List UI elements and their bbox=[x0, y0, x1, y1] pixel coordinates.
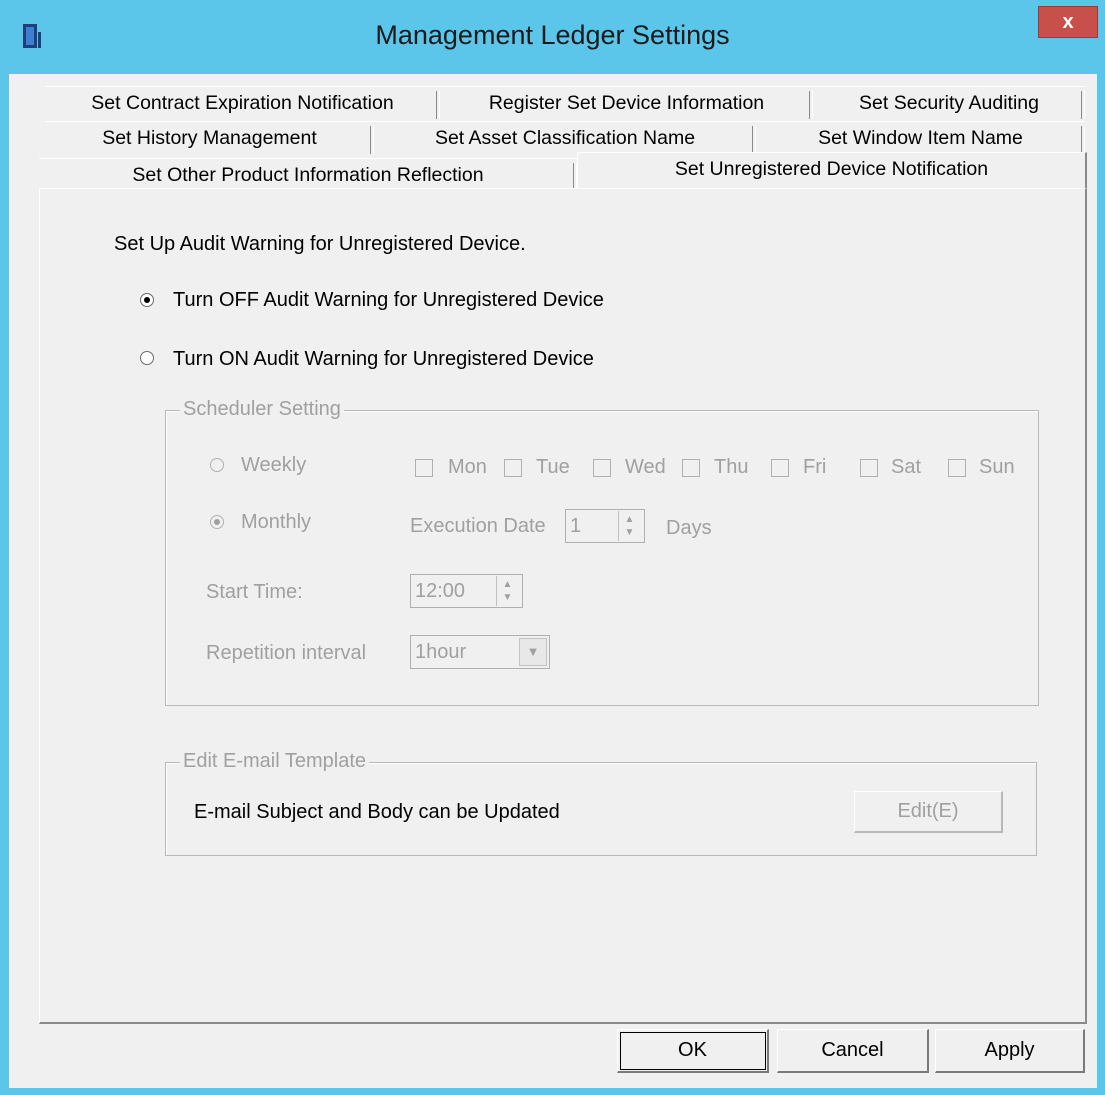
tab-other-product-info[interactable]: Set Other Product Information Reflection bbox=[39, 158, 577, 191]
day-label-sun: Sun bbox=[979, 456, 1015, 478]
day-label-thu: Thu bbox=[714, 456, 749, 478]
spin-arrows-icon[interactable]: ▲ ▼ bbox=[496, 576, 518, 606]
day-label-tue: Tue bbox=[536, 456, 570, 478]
radio-monthly[interactable] bbox=[210, 515, 224, 529]
radio-turn-on[interactable] bbox=[140, 351, 154, 365]
tab-label: Register Set Device Information bbox=[488, 92, 765, 114]
repetition-interval-dropdown[interactable]: 1hour ▼ bbox=[410, 635, 550, 669]
tab-unregistered-device-notification[interactable]: Set Unregistered Device Notification bbox=[577, 152, 1087, 188]
turn-on-label[interactable]: Turn ON Audit Warning for Unregistered D… bbox=[173, 348, 594, 371]
tab-history-management[interactable]: Set History Management bbox=[45, 121, 374, 154]
title-bar[interactable]: Management Ledger Settings x bbox=[0, 0, 1105, 74]
tab-label: Set Security Auditing bbox=[859, 92, 1039, 114]
apply-button[interactable]: Apply bbox=[935, 1029, 1085, 1073]
tab-asset-classification[interactable]: Set Asset Classification Name bbox=[374, 121, 756, 154]
tab-label: Set Other Product Information Reflection bbox=[132, 164, 484, 186]
checkbox-sat[interactable] bbox=[860, 459, 878, 477]
chevron-down-icon[interactable]: ▼ bbox=[519, 638, 547, 666]
tab-label: Set Asset Classification Name bbox=[434, 127, 696, 149]
window-title: Management Ledger Settings bbox=[375, 20, 730, 50]
dialog-client: Set Contract Expiration Notification Reg… bbox=[9, 74, 1097, 1088]
radio-weekly[interactable] bbox=[210, 458, 224, 472]
dialog-window: Management Ledger Settings x Set Contrac… bbox=[0, 0, 1105, 1095]
checkbox-mon[interactable] bbox=[415, 459, 433, 477]
email-template-description: E-mail Subject and Body can be Updated bbox=[194, 801, 560, 823]
tab-label: Set History Management bbox=[102, 127, 317, 149]
radio-selected-dot bbox=[214, 519, 220, 525]
turn-off-label[interactable]: Turn OFF Audit Warning for Unregistered … bbox=[173, 289, 604, 312]
checkbox-wed[interactable] bbox=[593, 459, 611, 477]
scheduler-group-title: Scheduler Setting bbox=[180, 398, 344, 421]
close-button[interactable]: x bbox=[1038, 6, 1098, 38]
email-template-group: Edit E-mail Template E-mail Subject and … bbox=[165, 750, 1037, 856]
execution-date-label: Execution Date bbox=[410, 515, 546, 537]
radio-selected-dot bbox=[144, 297, 150, 303]
spin-arrows-icon[interactable]: ▲ ▼ bbox=[618, 511, 640, 541]
cancel-button[interactable]: Cancel bbox=[777, 1029, 929, 1073]
checkbox-thu[interactable] bbox=[682, 459, 700, 477]
tab-contract-expiration[interactable]: Set Contract Expiration Notification bbox=[45, 86, 440, 119]
tab-panel: Set Up Audit Warning for Unregistered De… bbox=[39, 188, 1087, 1024]
close-icon: x bbox=[1062, 10, 1074, 33]
scheduler-group: Scheduler Setting Weekly Mon Tue Wed Thu… bbox=[165, 398, 1039, 706]
start-time-value: 12:00 bbox=[415, 580, 466, 602]
execution-date-value: 1 bbox=[570, 515, 582, 537]
audit-heading: Set Up Audit Warning for Unregistered De… bbox=[114, 233, 526, 255]
ok-button[interactable]: OK bbox=[617, 1029, 769, 1073]
start-time-label: Start Time: bbox=[206, 581, 303, 603]
tab-label: Set Unregistered Device Notification bbox=[674, 158, 989, 180]
days-suffix-label: Days bbox=[666, 517, 712, 539]
day-label-sat: Sat bbox=[891, 456, 922, 478]
checkbox-sun[interactable] bbox=[948, 459, 966, 477]
monthly-label[interactable]: Monthly bbox=[241, 511, 311, 534]
tab-label: Set Contract Expiration Notification bbox=[91, 92, 394, 114]
tab-window-item-name[interactable]: Set Window Item Name bbox=[756, 121, 1085, 154]
radio-turn-off[interactable] bbox=[140, 293, 154, 307]
start-time-spinner[interactable]: 12:00 ▲ ▼ bbox=[410, 574, 523, 608]
day-label-mon: Mon bbox=[448, 456, 487, 478]
tab-label: Set Window Item Name bbox=[818, 127, 1023, 149]
tab-security-auditing[interactable]: Set Security Auditing bbox=[813, 86, 1085, 119]
execution-date-spinner[interactable]: 1 ▲ ▼ bbox=[565, 509, 645, 543]
weekly-label[interactable]: Weekly bbox=[241, 454, 306, 477]
repetition-interval-value: 1hour bbox=[415, 641, 467, 663]
checkbox-tue[interactable] bbox=[504, 459, 522, 477]
tab-register-device-info[interactable]: Register Set Device Information bbox=[440, 86, 813, 119]
day-label-fri: Fri bbox=[803, 456, 827, 478]
day-label-wed: Wed bbox=[625, 456, 666, 478]
repetition-interval-label: Repetition interval bbox=[206, 642, 367, 664]
checkbox-fri[interactable] bbox=[771, 459, 789, 477]
email-template-group-title: Edit E-mail Template bbox=[180, 750, 370, 773]
edit-template-button[interactable]: Edit(E) bbox=[854, 791, 1003, 833]
